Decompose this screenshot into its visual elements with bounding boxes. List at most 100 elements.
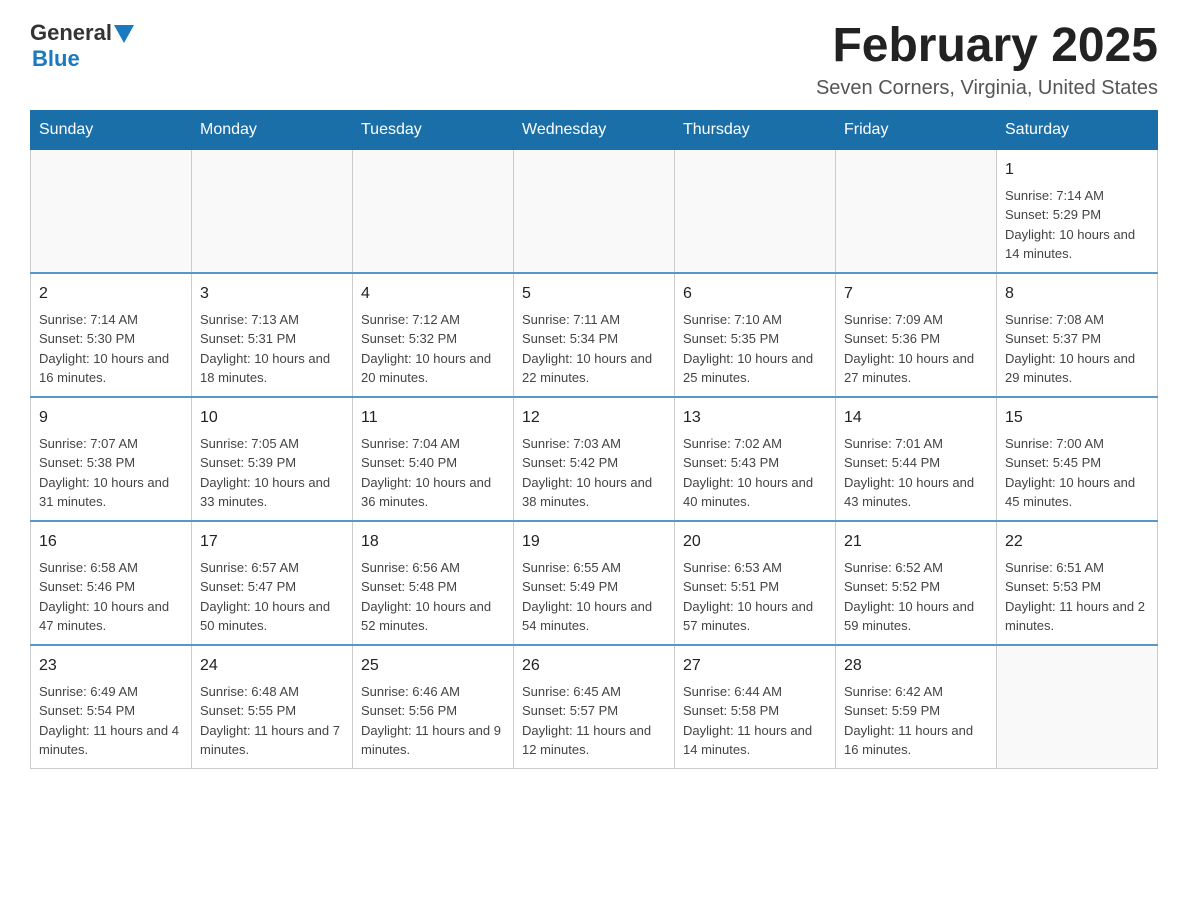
calendar-cell: 17 Sunrise: 6:57 AMSunset: 5:47 PMDayligh… [192,521,353,645]
calendar-cell: 26 Sunrise: 6:45 AMSunset: 5:57 PMDayligh… [514,645,675,769]
calendar-cell: 19 Sunrise: 6:55 AMSunset: 5:49 PMDayligh… [514,521,675,645]
page-header: General Blue February 2025 Seven Corners… [30,20,1158,100]
weekday-header-monday: Monday [192,110,353,149]
day-number: 16 [39,530,183,554]
day-info: Sunrise: 6:57 AMSunset: 5:47 PMDaylight:… [200,558,344,636]
calendar-cell: 5 Sunrise: 7:11 AMSunset: 5:34 PMDaylight… [514,273,675,397]
day-info: Sunrise: 6:48 AMSunset: 5:55 PMDaylight:… [200,682,344,760]
day-number: 24 [200,654,344,678]
day-info: Sunrise: 6:52 AMSunset: 5:52 PMDaylight:… [844,558,988,636]
day-info: Sunrise: 7:11 AMSunset: 5:34 PMDaylight:… [522,310,666,388]
day-info: Sunrise: 6:49 AMSunset: 5:54 PMDaylight:… [39,682,183,760]
day-number: 21 [844,530,988,554]
location-title: Seven Corners, Virginia, United States [816,77,1158,100]
weekday-header-friday: Friday [836,110,997,149]
calendar-cell: 24 Sunrise: 6:48 AMSunset: 5:55 PMDayligh… [192,645,353,769]
day-info: Sunrise: 7:12 AMSunset: 5:32 PMDaylight:… [361,310,505,388]
calendar-cell [192,149,353,273]
day-number: 17 [200,530,344,554]
day-number: 6 [683,282,827,306]
calendar-cell: 8 Sunrise: 7:08 AMSunset: 5:37 PMDaylight… [997,273,1158,397]
calendar-cell: 9 Sunrise: 7:07 AMSunset: 5:38 PMDaylight… [31,397,192,521]
day-number: 11 [361,406,505,430]
day-info: Sunrise: 7:08 AMSunset: 5:37 PMDaylight:… [1005,310,1149,388]
day-info: Sunrise: 6:44 AMSunset: 5:58 PMDaylight:… [683,682,827,760]
day-number: 15 [1005,406,1149,430]
calendar-cell [514,149,675,273]
day-info: Sunrise: 6:58 AMSunset: 5:46 PMDaylight:… [39,558,183,636]
calendar-cell [353,149,514,273]
day-number: 13 [683,406,827,430]
calendar-cell: 11 Sunrise: 7:04 AMSunset: 5:40 PMDayligh… [353,397,514,521]
day-number: 12 [522,406,666,430]
calendar-cell: 22Sunrise: 6:51 AMSunset: 5:53 PMDayligh… [997,521,1158,645]
calendar-cell: 21 Sunrise: 6:52 AMSunset: 5:52 PMDayligh… [836,521,997,645]
weekday-header-thursday: Thursday [675,110,836,149]
day-number: 3 [200,282,344,306]
calendar-cell: 25 Sunrise: 6:46 AMSunset: 5:56 PMDayligh… [353,645,514,769]
day-number: 19 [522,530,666,554]
calendar-cell: 13 Sunrise: 7:02 AMSunset: 5:43 PMDayligh… [675,397,836,521]
day-number: 25 [361,654,505,678]
calendar-cell: 28Sunrise: 6:42 AMSunset: 5:59 PMDayligh… [836,645,997,769]
logo-blue-text: Blue [32,46,80,72]
calendar-cell: 2Sunrise: 7:14 AMSunset: 5:30 PMDaylight… [31,273,192,397]
calendar-cell: 12Sunrise: 7:03 AMSunset: 5:42 PMDayligh… [514,397,675,521]
day-info: Sunrise: 6:56 AMSunset: 5:48 PMDaylight:… [361,558,505,636]
day-number: 22 [1005,530,1149,554]
calendar-cell [997,645,1158,769]
day-number: 14 [844,406,988,430]
calendar-cell: 6 Sunrise: 7:10 AMSunset: 5:35 PMDaylight… [675,273,836,397]
calendar-cell: 27 Sunrise: 6:44 AMSunset: 5:58 PMDayligh… [675,645,836,769]
calendar-header-row: SundayMondayTuesdayWednesdayThursdayFrid… [31,110,1158,149]
calendar-cell: 10Sunrise: 7:05 AMSunset: 5:39 PMDayligh… [192,397,353,521]
day-info: Sunrise: 7:04 AMSunset: 5:40 PMDaylight:… [361,434,505,512]
day-number: 5 [522,282,666,306]
calendar-cell: 14 Sunrise: 7:01 AMSunset: 5:44 PMDayligh… [836,397,997,521]
day-number: 1 [1005,158,1149,182]
calendar-week-row: 23 Sunrise: 6:49 AMSunset: 5:54 PMDayligh… [31,645,1158,769]
calendar-cell [31,149,192,273]
calendar-cell: 4 Sunrise: 7:12 AMSunset: 5:32 PMDaylight… [353,273,514,397]
logo-triangle-icon [114,25,134,43]
day-number: 26 [522,654,666,678]
calendar-cell: 1 Sunrise: 7:14 AMSunset: 5:29 PMDaylight… [997,149,1158,273]
calendar-cell [836,149,997,273]
logo: General Blue [30,20,134,72]
day-number: 8 [1005,282,1149,306]
day-info: Sunrise: 7:10 AMSunset: 5:35 PMDaylight:… [683,310,827,388]
calendar-cell: 18 Sunrise: 6:56 AMSunset: 5:48 PMDayligh… [353,521,514,645]
day-info: Sunrise: 7:07 AMSunset: 5:38 PMDaylight:… [39,434,183,512]
day-number: 27 [683,654,827,678]
calendar-week-row: 9 Sunrise: 7:07 AMSunset: 5:38 PMDaylight… [31,397,1158,521]
day-info: Sunrise: 6:53 AMSunset: 5:51 PMDaylight:… [683,558,827,636]
day-number: 7 [844,282,988,306]
day-number: 4 [361,282,505,306]
weekday-header-tuesday: Tuesday [353,110,514,149]
weekday-header-wednesday: Wednesday [514,110,675,149]
day-info: Sunrise: 7:02 AMSunset: 5:43 PMDaylight:… [683,434,827,512]
day-number: 2 [39,282,183,306]
month-title: February 2025 [816,20,1158,73]
calendar-week-row: 16 Sunrise: 6:58 AMSunset: 5:46 PMDayligh… [31,521,1158,645]
day-number: 23 [39,654,183,678]
calendar-cell: 15Sunrise: 7:00 AMSunset: 5:45 PMDayligh… [997,397,1158,521]
day-info: Sunrise: 7:14 AMSunset: 5:29 PMDaylight:… [1005,186,1149,264]
day-info: Sunrise: 7:13 AMSunset: 5:31 PMDaylight:… [200,310,344,388]
day-number: 10 [200,406,344,430]
day-info: Sunrise: 7:01 AMSunset: 5:44 PMDaylight:… [844,434,988,512]
day-number: 20 [683,530,827,554]
calendar-cell: 16 Sunrise: 6:58 AMSunset: 5:46 PMDayligh… [31,521,192,645]
calendar-cell: 7 Sunrise: 7:09 AMSunset: 5:36 PMDaylight… [836,273,997,397]
calendar-table: SundayMondayTuesdayWednesdayThursdayFrid… [30,110,1158,769]
day-info: Sunrise: 6:55 AMSunset: 5:49 PMDaylight:… [522,558,666,636]
day-number: 18 [361,530,505,554]
day-info: Sunrise: 7:09 AMSunset: 5:36 PMDaylight:… [844,310,988,388]
day-info: Sunrise: 6:46 AMSunset: 5:56 PMDaylight:… [361,682,505,760]
day-info: Sunrise: 6:45 AMSunset: 5:57 PMDaylight:… [522,682,666,760]
calendar-cell: 23 Sunrise: 6:49 AMSunset: 5:54 PMDayligh… [31,645,192,769]
day-number: 9 [39,406,183,430]
calendar-cell: 20 Sunrise: 6:53 AMSunset: 5:51 PMDayligh… [675,521,836,645]
calendar-week-row: 2Sunrise: 7:14 AMSunset: 5:30 PMDaylight… [31,273,1158,397]
weekday-header-sunday: Sunday [31,110,192,149]
